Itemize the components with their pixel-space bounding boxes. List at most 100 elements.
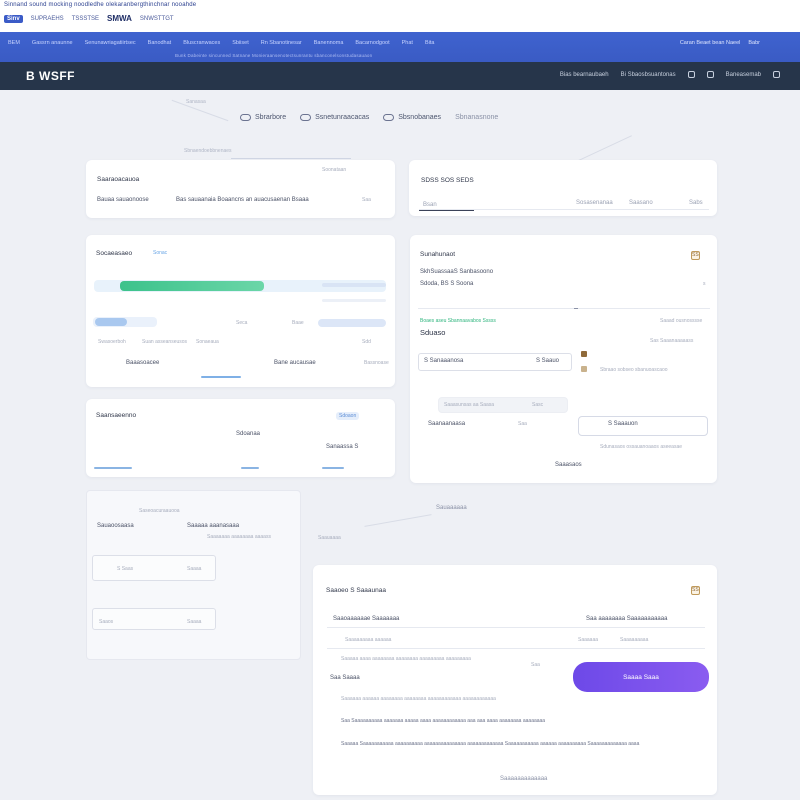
step-label: Sbrarbore: [255, 114, 287, 121]
footer-link[interactable]: Saaaaaaaaaaaaa: [500, 776, 547, 782]
bell-icon[interactable]: [706, 71, 714, 78]
step-4[interactable]: Sbnanasnone: [455, 114, 498, 121]
brand-4[interactable]: SMWA: [107, 14, 132, 23]
connector-label: Sauaaaaaa: [436, 505, 467, 511]
field-label: Saa Saaaa: [330, 675, 360, 681]
col-label: Saasano: [629, 200, 653, 206]
card-title: Saaoeo S Saaaunaa: [326, 587, 386, 594]
row-label: Bauaa sauaonoose: [97, 197, 149, 203]
nav-right-item[interactable]: Babr: [748, 40, 760, 46]
divider: [231, 158, 351, 159]
nav-item[interactable]: Phat: [402, 40, 413, 46]
app-header: B WSFF Bias bearnaubaeh Bi Sbaosbsuanton…: [0, 62, 800, 90]
nav-item[interactable]: BEM: [8, 40, 20, 46]
nav-sub-text: Bunk Dabeinte sincunned Satnane Monieraa…: [175, 53, 373, 58]
row-label: Saaoaaaaaae Saaaaaaa: [333, 616, 400, 622]
step-3[interactable]: Sbsnobanaes: [383, 114, 441, 121]
nav-item[interactable]: Bita: [425, 40, 434, 46]
step-2[interactable]: Ssnetunraacacas: [300, 114, 369, 121]
card-tag: Sonac: [153, 250, 168, 256]
nav-item[interactable]: Rn Sbanotinesar: [261, 40, 302, 46]
confirm-button[interactable]: [578, 416, 708, 436]
col-label: Sosasenanaa: [576, 200, 613, 206]
green-note: Boaes aseu Sbannaavabos Sssss: [420, 318, 496, 324]
nav-item[interactable]: Gassrn anaunne: [32, 40, 73, 46]
nav-item[interactable]: Banodhat: [148, 40, 172, 46]
link-icon: [300, 114, 312, 121]
header-item[interactable]: Bias bearnaubaeh: [560, 72, 609, 78]
segment-fill: [95, 318, 127, 326]
pay-button[interactable]: Saaaa Saaa: [573, 662, 709, 692]
checkout-card: Sunahunaot SS SkhSuassaaS Sanbasoono Sdo…: [410, 235, 717, 483]
indicator: [322, 467, 344, 469]
brand-5[interactable]: SNWSTTGT: [140, 16, 174, 22]
brand-chip[interactable]: Sinv: [4, 14, 23, 23]
nav-right-item[interactable]: Caran Beaet bean Naeel: [680, 40, 741, 46]
indicator: [241, 467, 259, 469]
footer-note: Sdunasaos ossauanoaaos aseeasae: [600, 444, 683, 450]
brand-3[interactable]: TSSSTSE: [72, 16, 99, 22]
primary-nav-bar: BEM Gassrn anaunne Senunawriagatiirtsec …: [0, 32, 800, 62]
step-1[interactable]: Sbrarbore: [240, 114, 286, 121]
nav-item[interactable]: Banennoma: [314, 40, 344, 46]
right-note: Saaad ousnosssse: [660, 318, 703, 324]
info-text: Saa Saaaaaaaaaa aaaaaaa aaaaa aaaa aaaaa…: [341, 718, 546, 724]
browser-top-strip: Sinnand sound mocking noodledhe olekaran…: [0, 0, 800, 32]
grid-icon[interactable]: [687, 71, 695, 78]
panel-head: Saseoacuraauooa: [139, 508, 180, 514]
row-label: Saaaaaa: [578, 637, 599, 643]
panel-row-label: Sauaoosaasa: [97, 523, 134, 529]
details-panel: Saseoacuraauooa Sauaoosaasa Saaaaa aaana…: [86, 490, 301, 660]
user-icon[interactable]: [773, 71, 780, 78]
row-label: Swasoerboh: [98, 339, 126, 345]
row-value: Bas sauaanaia Boaancns an auacusaenan Bs…: [176, 197, 309, 203]
side-label: Saauaaaa: [318, 535, 341, 541]
right-line: Sas Saaanaaaaass: [650, 338, 694, 344]
lock-icon: [581, 351, 587, 357]
indicator: [94, 467, 132, 469]
left-label: Saanaanaasa: [428, 421, 466, 427]
header-item[interactable]: Baneasemab: [726, 72, 761, 78]
col-label: Sabs: [689, 200, 703, 206]
small-label: Seca: [236, 320, 248, 326]
card-title: Socaeasaeo: [96, 250, 133, 257]
card-title: Saaraoacauoa: [97, 176, 140, 183]
indicator: [201, 376, 241, 378]
brand-row: Sinv SUPRAEHS TSSSTSE SMWA SNWSTTGT: [4, 14, 174, 23]
nav-item[interactable]: Sbiiset: [232, 40, 249, 46]
header-item[interactable]: Bi Sbaosbsuantonas: [621, 72, 676, 78]
status-card: Saansaeenno Sdoaon Sdoanaa Sanaassa S: [86, 399, 395, 477]
nav-item[interactable]: Senunawriagatiirtsec: [85, 40, 136, 46]
header-actions: Bias bearnaubaeh Bi Sbaosbsuantonas Bane…: [560, 71, 780, 78]
card-badge: SS: [692, 252, 699, 258]
app-logo[interactable]: B WSFF: [26, 69, 75, 83]
segment-fill[interactable]: [318, 319, 386, 327]
row-label: Sdd: [362, 339, 371, 345]
row-label: Sonaeaua: [196, 339, 219, 345]
panel-sub: Saaaaaaa aaaaaaaa aaaass: [207, 534, 271, 540]
step-label: Ssnetunraacacas: [315, 114, 370, 121]
info-icon: [581, 366, 587, 372]
row-value: Baaasoacee: [126, 360, 160, 366]
progress-card: Socaeasaeo Sonac Seca Baae Swasoerboh Su…: [86, 235, 395, 387]
note-side: Saa: [531, 662, 540, 668]
divider-marker: [574, 308, 578, 309]
step-label: Sbsnobanaes: [398, 114, 442, 121]
steps-bottom-label: Sbnaendoebbnenaes: [184, 148, 232, 154]
link-icon: [383, 114, 395, 121]
primary-nav: BEM Gassrn anaunne Senunawriagatiirtsec …: [8, 40, 434, 46]
select-label: Saaasunsas aa Saasa: [444, 402, 495, 408]
card-title: Saansaeenno: [96, 412, 137, 419]
status-badge: Sdoaon: [336, 412, 360, 420]
row-value: Bassnoase: [364, 360, 389, 366]
nav-item[interactable]: Bacarnodgoot: [355, 40, 389, 46]
box-value: Saaaa: [187, 619, 202, 625]
payment-card: Saaoeo S Saaaunaa SS Saaoaaaaaae Saaaaaa…: [313, 565, 717, 795]
card-title: Sunahunaot: [420, 251, 456, 258]
card-title: SDSS SOS SEDS: [421, 177, 474, 184]
card-badge[interactable]: Saa: [362, 197, 371, 203]
nav-item[interactable]: Bluscranwaces: [183, 40, 220, 46]
connector-line: [364, 514, 432, 527]
footer-link[interactable]: Saaasaos: [555, 462, 582, 468]
brand-2[interactable]: SUPRAEHS: [31, 16, 64, 22]
